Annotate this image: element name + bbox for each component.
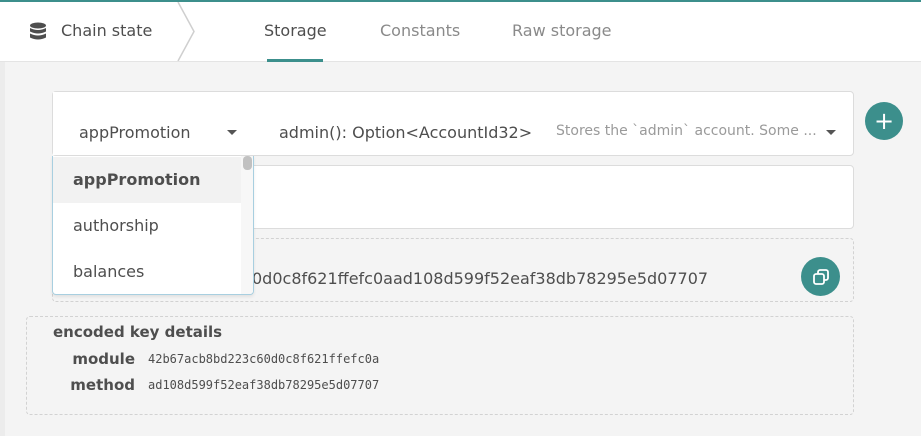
method-label: method [70,376,135,394]
breadcrumb-chevron-icon [177,2,195,61]
active-tab-indicator [267,59,323,62]
module-select-value: appPromotion [79,123,191,142]
dropdown-scrollbar-thumb[interactable] [243,156,252,170]
add-query-button[interactable]: + [865,102,903,140]
tab-storage[interactable]: Storage [264,21,327,40]
encoded-key-value: 0d0c8f621ffefc0aad108d599f52eaf38db78295… [252,269,709,288]
tab-constants[interactable]: Constants [380,21,460,40]
module-label: module [72,350,135,368]
module-dropdown-menu: appPromotion authorship balances [52,156,254,295]
plus-icon: + [873,107,895,135]
database-icon [30,22,46,40]
chevron-down-icon[interactable] [826,130,836,135]
copy-button[interactable] [801,257,840,296]
method-select-value: admin(): Option<AccountId32> [279,123,533,142]
breadcrumb[interactable]: Chain state [0,2,195,61]
method-doc-text: Stores the `admin` account. Some ... [556,123,817,139]
module-select[interactable]: appPromotion [53,92,255,155]
dropdown-scrollbar[interactable] [241,156,253,294]
dropdown-option-balances[interactable]: balances [53,249,241,294]
module-hash-value: 42b67acb8bd223c60d0c8f621ffefc0a [148,352,380,366]
dropdown-option-appPromotion[interactable]: appPromotion [53,157,241,203]
storage-query-selector: appPromotion admin(): Option<AccountId32… [52,91,854,156]
left-edge [0,62,5,436]
encoded-key-details-title: encoded key details [53,323,223,341]
page-header: Chain state Storage Constants Raw storag… [0,2,921,62]
method-hash-value: ad108d599f52eaf38db78295e5d07707 [148,378,380,392]
chevron-down-icon [227,130,237,135]
dropdown-option-authorship[interactable]: authorship [53,203,241,249]
breadcrumb-label: Chain state [61,21,153,40]
copy-icon [812,268,829,285]
encoded-key-details: encoded key details module 42b67acb8bd22… [26,316,854,415]
tab-raw-storage[interactable]: Raw storage [512,21,612,40]
